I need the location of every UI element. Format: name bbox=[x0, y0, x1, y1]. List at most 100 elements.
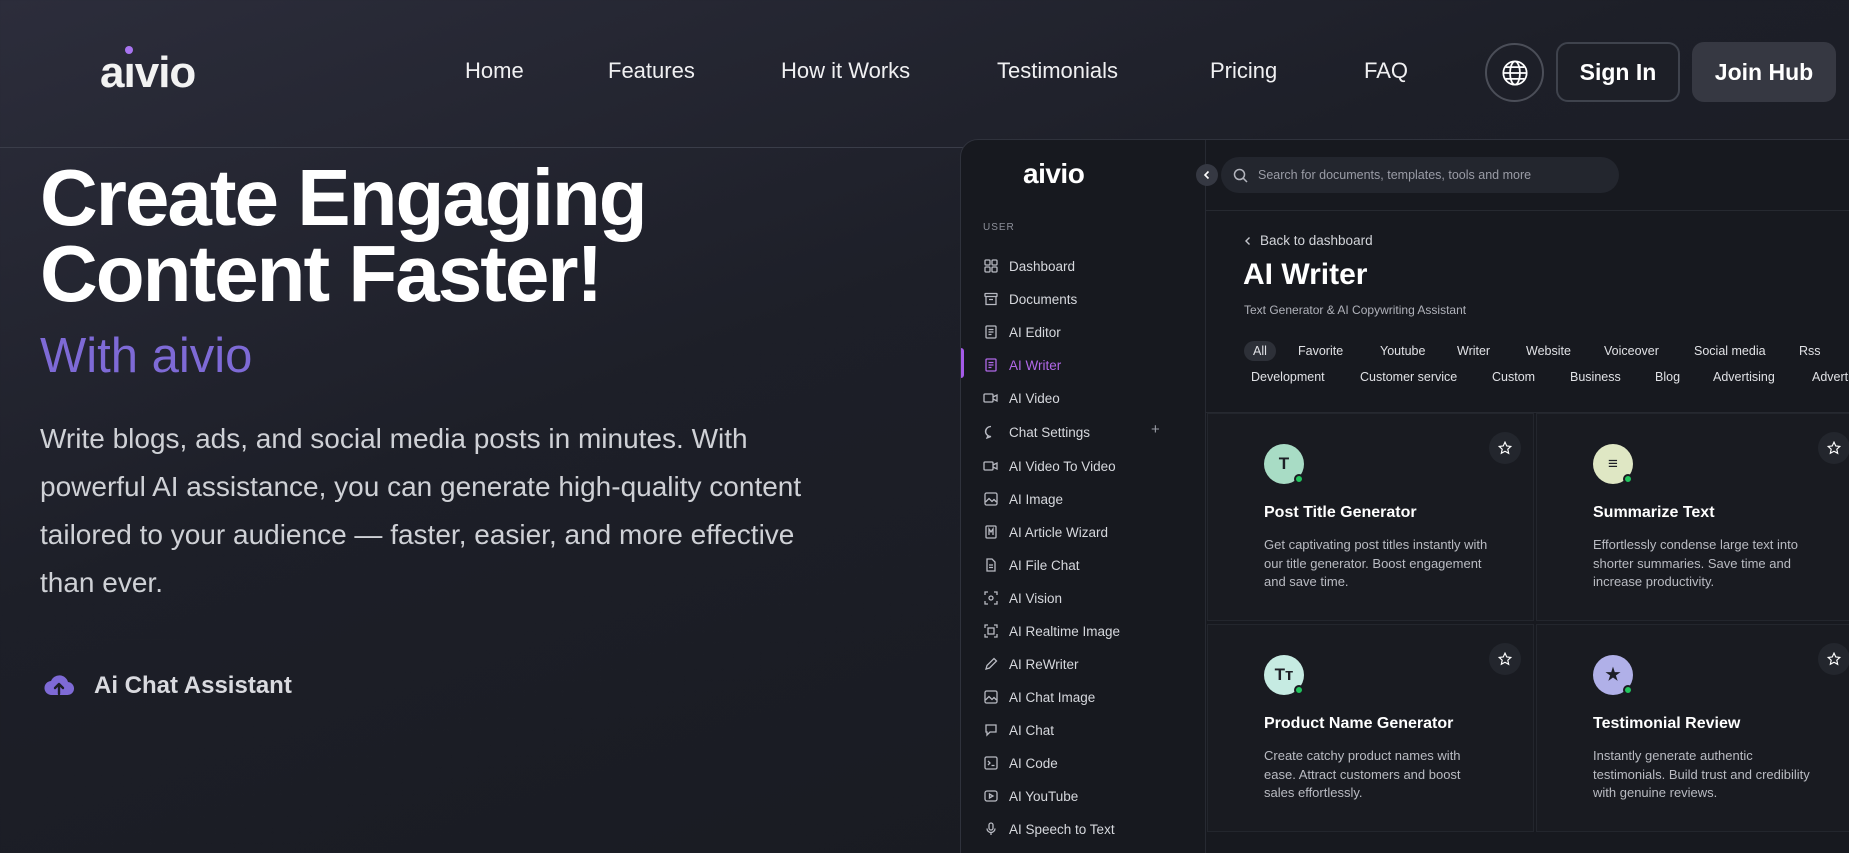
eye-icon bbox=[983, 591, 998, 606]
nav-features[interactable]: Features bbox=[608, 58, 695, 84]
sidebar-item-ai-vision[interactable]: AI Vision bbox=[983, 588, 1062, 608]
expand-plus-icon[interactable]: + bbox=[1151, 421, 1160, 438]
sidebar-item-ai-chat-image[interactable]: AI Chat Image bbox=[983, 687, 1095, 707]
image-icon bbox=[983, 492, 998, 507]
sidebar-item-ai-code[interactable]: AI Code bbox=[983, 753, 1058, 773]
sidebar-item-ai-video[interactable]: AI Video bbox=[983, 388, 1060, 408]
favorite-button[interactable] bbox=[1818, 643, 1849, 675]
sidebar-item-label: AI Editor bbox=[1009, 324, 1061, 340]
sidebar-item-ai-speech-to-text[interactable]: AI Speech to Text bbox=[983, 819, 1115, 839]
sidebar-item-ai-youtube[interactable]: AI YouTube bbox=[983, 786, 1078, 806]
sidebar-item-ai-writer[interactable]: AI Writer bbox=[983, 355, 1061, 375]
sidebar-item-label: AI Code bbox=[1009, 755, 1058, 771]
template-title: Testimonial Review bbox=[1593, 715, 1741, 732]
microphone-icon bbox=[983, 822, 998, 837]
search-bar[interactable]: Search for documents, templates, tools a… bbox=[1221, 157, 1619, 193]
sidebar-item-documents[interactable]: Documents bbox=[983, 289, 1077, 309]
play-icon bbox=[983, 789, 998, 804]
filter-blog[interactable]: Blog bbox=[1655, 370, 1680, 384]
filter-all[interactable]: All bbox=[1244, 341, 1276, 361]
template-description: Instantly generate authentic testimonial… bbox=[1593, 748, 1810, 800]
filter-website[interactable]: Website bbox=[1526, 344, 1571, 358]
language-button[interactable] bbox=[1485, 43, 1544, 102]
sidebar-item-label: AI ReWriter bbox=[1009, 656, 1079, 672]
filter-social-media[interactable]: Social media bbox=[1694, 344, 1766, 358]
app-logo[interactable]: aivio bbox=[1023, 158, 1085, 190]
filter-development[interactable]: Development bbox=[1251, 370, 1325, 384]
filter-custom[interactable]: Custom bbox=[1492, 370, 1535, 384]
filter-favorite[interactable]: Favorite bbox=[1298, 344, 1343, 358]
sidebar-item-label: AI Realtime Image bbox=[1009, 623, 1121, 639]
app-sidebar: aivio USER Dashboard Documents AI Editor… bbox=[961, 140, 1206, 853]
sign-in-button[interactable]: Sign In bbox=[1556, 42, 1680, 102]
filter-advertising[interactable]: Advertising bbox=[1713, 370, 1775, 384]
nav-home[interactable]: Home bbox=[465, 58, 524, 84]
wizard-icon bbox=[983, 525, 998, 540]
sidebar-item-ai-image[interactable]: AI Image bbox=[983, 489, 1063, 509]
sidebar-item-label: AI YouTube bbox=[1009, 788, 1079, 804]
sidebar-item-label: AI Writer bbox=[1009, 357, 1062, 373]
grid-icon bbox=[983, 259, 998, 274]
favorite-button[interactable] bbox=[1489, 643, 1521, 675]
chat-bubble-icon bbox=[983, 425, 998, 440]
image-icon bbox=[983, 690, 998, 705]
site-logo[interactable]: aı vio bbox=[100, 46, 196, 98]
app-preview: aivio USER Dashboard Documents AI Editor… bbox=[960, 139, 1849, 853]
sidebar-item-ai-chat[interactable]: AI Chat bbox=[983, 720, 1054, 740]
back-label: Back to dashboard bbox=[1260, 233, 1373, 248]
sidebar-item-ai-rewriter[interactable]: AI ReWriter bbox=[983, 654, 1079, 674]
nav-pricing[interactable]: Pricing bbox=[1210, 58, 1277, 84]
sidebar-item-ai-video-to-video[interactable]: AI Video To Video bbox=[983, 456, 1116, 476]
sidebar-item-chat-settings[interactable]: Chat Settings bbox=[983, 422, 1090, 442]
hero-subtitle: With aivio bbox=[40, 329, 253, 383]
cloud-upload-icon bbox=[44, 675, 74, 696]
nav-faq[interactable]: FAQ bbox=[1364, 58, 1408, 84]
favorite-button[interactable] bbox=[1818, 432, 1849, 464]
template-card-summarize-text[interactable]: ≡ Summarize Text Effortlessly condense l… bbox=[1536, 413, 1849, 621]
star-icon bbox=[1827, 652, 1841, 666]
chevron-left-icon bbox=[1245, 236, 1250, 245]
sidebar-collapse-button[interactable] bbox=[1196, 164, 1218, 186]
sidebar-item-label: AI Video bbox=[1009, 390, 1060, 406]
hero-title-line2: Content Faster! bbox=[40, 229, 603, 318]
video-icon bbox=[983, 391, 998, 406]
sidebar-section-label: USER bbox=[983, 222, 1015, 233]
sidebar-item-label: AI Speech to Text bbox=[1009, 821, 1115, 837]
template-card-testimonial-review[interactable]: ★ Testimonial Review Instantly generate … bbox=[1536, 624, 1849, 832]
feature-ai-chat-assistant[interactable]: Ai Chat Assistant bbox=[44, 672, 292, 700]
sidebar-item-ai-realtime-image[interactable]: AI Realtime Image bbox=[983, 621, 1120, 641]
filter-rss[interactable]: Rss bbox=[1799, 344, 1821, 358]
search-placeholder: Search for documents, templates, tools a… bbox=[1258, 168, 1532, 182]
back-to-dashboard-link[interactable]: Back to dashboard bbox=[1244, 233, 1373, 248]
active-indicator bbox=[961, 348, 964, 378]
template-description: Create catchy product names with ease. A… bbox=[1264, 748, 1461, 800]
filter-business[interactable]: Business bbox=[1570, 370, 1621, 384]
filter-advertising-2[interactable]: Advertising bbox=[1812, 370, 1849, 384]
template-description: Effortlessly condense large text into sh… bbox=[1593, 537, 1798, 589]
sidebar-item-ai-editor[interactable]: AI Editor bbox=[983, 322, 1061, 342]
filter-voiceover[interactable]: Voiceover bbox=[1604, 344, 1659, 358]
globe-icon bbox=[1501, 59, 1528, 86]
document-icon bbox=[983, 325, 998, 340]
sidebar-item-label: AI File Chat bbox=[1009, 557, 1080, 573]
filter-youtube[interactable]: Youtube bbox=[1380, 344, 1425, 358]
template-card-post-title-generator[interactable]: T Post Title Generator Get captivating p… bbox=[1207, 413, 1534, 621]
page-title: AI Writer bbox=[1243, 258, 1368, 291]
terminal-icon bbox=[983, 756, 998, 771]
sidebar-item-label: AI Chat bbox=[1009, 722, 1055, 738]
nav-how-it-works[interactable]: How it Works bbox=[781, 58, 910, 84]
status-dot bbox=[1294, 474, 1304, 484]
sidebar-item-ai-file-chat[interactable]: AI File Chat bbox=[983, 555, 1080, 575]
template-description: Get captivating post titles instantly wi… bbox=[1264, 537, 1488, 589]
sidebar-item-dashboard[interactable]: Dashboard bbox=[983, 256, 1075, 276]
sidebar-item-ai-article-wizard[interactable]: AI Article Wizard bbox=[983, 522, 1108, 542]
divider bbox=[1206, 210, 1849, 211]
filter-customer-service[interactable]: Customer service bbox=[1360, 370, 1457, 384]
favorite-button[interactable] bbox=[1489, 432, 1521, 464]
template-card-product-name-generator[interactable]: Tт Product Name Generator Create catchy … bbox=[1207, 624, 1534, 832]
filter-writer[interactable]: Writer bbox=[1457, 344, 1490, 358]
star-icon bbox=[1498, 441, 1512, 455]
sidebar-item-label: AI Image bbox=[1009, 491, 1064, 507]
join-hub-button[interactable]: Join Hub bbox=[1692, 42, 1836, 102]
nav-testimonials[interactable]: Testimonials bbox=[997, 58, 1118, 84]
